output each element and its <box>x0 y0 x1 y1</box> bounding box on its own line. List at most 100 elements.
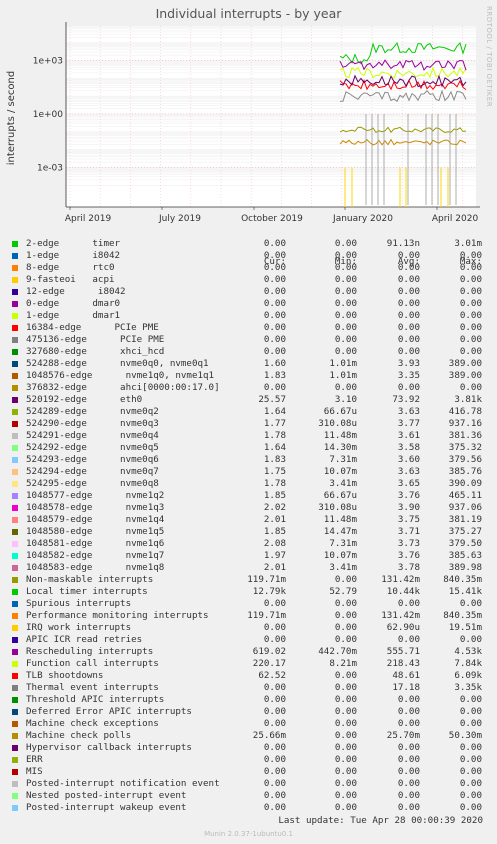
legend-min: 0.00 <box>334 598 357 609</box>
legend-label: 524294-edge nvme0q7 <box>26 466 159 477</box>
legend-swatch <box>12 613 18 619</box>
legend-label: 475136-edge PCIe PME <box>26 334 165 345</box>
legend-swatch <box>12 529 18 535</box>
legend-min: 0.00 <box>334 286 357 297</box>
legend-max: 50.30m <box>448 730 482 741</box>
x-tick-label: July 2019 <box>158 214 201 224</box>
legend-swatch <box>12 781 18 787</box>
legend-max: 0.00 <box>459 286 482 297</box>
legend-label: 524289-edge nvme0q2 <box>26 406 159 417</box>
chart-plot: interrupts / second 1e-03 1e+00 1e+03 April… <box>6 22 480 224</box>
legend-max: 465.11 <box>448 490 482 501</box>
legend-min: 0.00 <box>334 310 357 321</box>
legend-avg: 0.00 <box>397 766 420 777</box>
munin-version: Munin 2.0.37-1ubuntu0.1 <box>204 830 293 838</box>
legend-swatch <box>12 673 18 679</box>
legend-label: Deferred Error APIC interrupts <box>26 706 192 717</box>
legend-swatch <box>12 625 18 631</box>
legend-min: 0.00 <box>334 382 357 393</box>
legend-cur: 0.00 <box>263 598 286 609</box>
legend-avg: 0.00 <box>397 694 420 705</box>
legend-max: 390.09 <box>448 478 482 489</box>
legend-cur: 2.01 <box>263 562 286 573</box>
legend-label: 524291-edge nvme0q4 <box>26 430 159 441</box>
legend-min: 3.10 <box>334 394 357 405</box>
legend-avg: 3.77 <box>397 418 420 429</box>
legend-max: 840.35m <box>443 574 482 585</box>
legend-cur: 0.00 <box>263 346 286 357</box>
legend-min: 0.00 <box>334 274 357 285</box>
legend-max: 0.00 <box>459 790 482 801</box>
legend-cur: 0.00 <box>263 706 286 717</box>
legend-min: 14.47m <box>323 526 357 537</box>
legend-cur: 0.00 <box>263 298 286 309</box>
x-tick-label: April 2019 <box>65 214 112 224</box>
legend-swatch <box>12 325 18 331</box>
legend-min: 0.00 <box>334 622 357 633</box>
legend-min: 0.00 <box>334 790 357 801</box>
legend-min: 0.00 <box>334 754 357 765</box>
legend-min: 0.00 <box>334 730 357 741</box>
legend-swatch <box>12 397 18 403</box>
legend-label: 2-edge timer <box>26 238 121 249</box>
legend-label: 524293-edge nvme0q6 <box>26 454 159 465</box>
legend-swatch <box>12 589 18 595</box>
y-tick-label: 1e-03 <box>37 164 63 174</box>
legend-min: 0.00 <box>334 238 357 249</box>
legend-cur: 1.85 <box>263 526 286 537</box>
legend-label: Machine check polls <box>26 730 132 741</box>
x-tick-label: April 2020 <box>432 214 479 224</box>
legend-swatch <box>12 289 18 295</box>
legend-label: 327680-edge xhci_hcd <box>26 346 165 357</box>
legend-swatch <box>12 253 18 259</box>
legend-label: 1048581-edge nvme1q6 <box>26 538 165 549</box>
legend-swatch <box>12 337 18 343</box>
legend-swatch <box>12 241 18 247</box>
legend-cur: 0.00 <box>263 382 286 393</box>
legend-swatch <box>12 385 18 391</box>
legend-label: Machine check exceptions <box>26 718 159 729</box>
legend-label: 1048577-edge nvme1q2 <box>26 490 165 501</box>
legend-label: IRQ work interrupts <box>26 622 132 633</box>
y-axis-label: interrupts / second <box>6 71 17 165</box>
legend-label: 1048583-edge nvme1q8 <box>26 562 165 573</box>
legend-swatch <box>12 301 18 307</box>
legend-min: 52.79 <box>329 586 357 597</box>
legend-max: 0.00 <box>459 346 482 357</box>
legend-min: 442.70m <box>318 646 357 657</box>
legend-avg: 3.90 <box>397 502 420 513</box>
legend-label: APIC ICR read retries <box>26 634 143 645</box>
legend-cur: 12.79k <box>252 586 286 597</box>
legend-cur: 0.00 <box>263 742 286 753</box>
legend-max: 0.00 <box>459 382 482 393</box>
legend-cur: 1.83 <box>263 370 286 381</box>
legend-min: 0.00 <box>334 682 357 693</box>
legend-swatch <box>12 553 18 559</box>
legend-swatch <box>12 373 18 379</box>
legend-cur: 0.00 <box>263 274 286 285</box>
legend-swatch <box>12 733 18 739</box>
legend-avg: 0.00 <box>397 334 420 345</box>
legend-cur: 1.78 <box>263 478 286 489</box>
legend-label: 1048580-edge nvme1q5 <box>26 526 165 537</box>
legend-swatch <box>12 661 18 667</box>
legend-max: 385.76 <box>448 466 482 477</box>
legend-cur: 0.00 <box>263 754 286 765</box>
legend-max: 0.00 <box>459 334 482 345</box>
legend-min: 8.21m <box>329 658 357 669</box>
legend-swatch <box>12 565 18 571</box>
legend-min: 0.00 <box>334 610 357 621</box>
legend-min: 0.00 <box>334 706 357 717</box>
legend-max: 3.81k <box>454 394 482 405</box>
legend-cur: 62.52 <box>258 670 286 681</box>
legend-label: 524288-edge nvme0q0, nvme0q1 <box>26 358 209 369</box>
legend-label: Thermal event interrupts <box>26 682 159 693</box>
legend-label: Hypervisor callback interrupts <box>26 742 192 753</box>
legend-max: 379.56 <box>448 454 482 465</box>
legend-max: 0.00 <box>459 274 482 285</box>
legend-label: 8-edge rtc0 <box>26 262 115 273</box>
legend-label: Threshold APIC interrupts <box>26 694 165 705</box>
last-update: Last update: Tue Apr 28 00:00:39 2020 <box>278 815 483 826</box>
legend-label: 12-edge i8042 <box>26 286 126 297</box>
legend-cur: 1.85 <box>263 490 286 501</box>
